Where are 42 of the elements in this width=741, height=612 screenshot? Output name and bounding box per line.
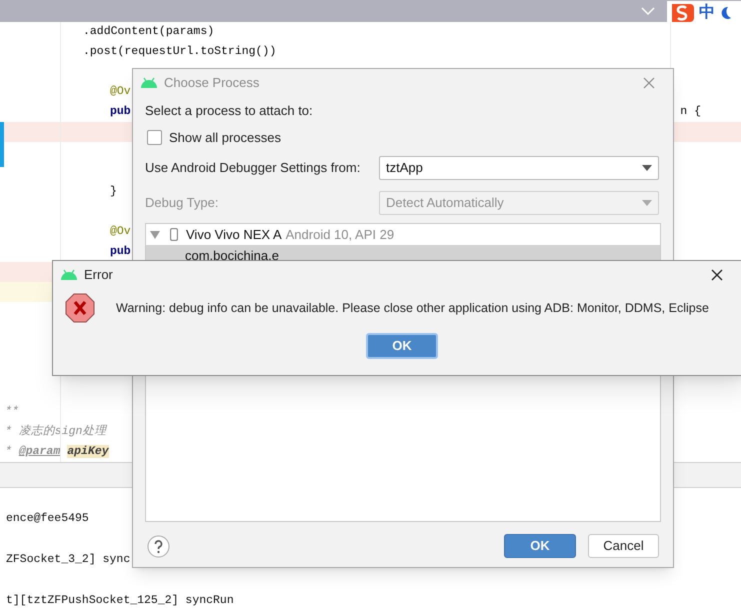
console-line: t][tztZFPushSocket_125_2] syncRun	[6, 593, 235, 609]
ime-mode[interactable]: 中	[699, 1, 715, 25]
android-icon	[60, 269, 78, 281]
change-marker	[0, 122, 4, 167]
close-icon[interactable]	[711, 269, 723, 281]
code-line: pub	[110, 104, 131, 120]
dropdown-arrow-icon	[642, 165, 652, 171]
prompt-text: Select a process to attach to:	[145, 102, 314, 120]
code-line: @Ov	[110, 84, 131, 100]
doc-comment-line: * @param apiKey	[5, 444, 109, 460]
show-all-checkbox[interactable]	[147, 130, 162, 145]
doc-comment-line: * 凌志的sign处理	[5, 424, 106, 440]
error-message: Warning: debug info can be unavailable. Please close other application using ADB: Monitor, DDMS, Eclipse	[116, 300, 709, 317]
field-label: Debug Type:	[145, 194, 220, 212]
phone-icon	[170, 228, 178, 241]
checkbox-label: Show all processes	[169, 128, 281, 147]
ok-button[interactable]: OK	[504, 534, 576, 558]
code-line: n {	[680, 104, 701, 120]
dialog-title: Error	[84, 266, 113, 284]
device-detail: Android 10, API 29	[286, 226, 394, 244]
expand-arrow-icon[interactable]	[150, 230, 160, 238]
code-line: .addContent(params)	[83, 24, 214, 40]
settings-dropdown[interactable]: tztApp	[379, 156, 659, 180]
device-label[interactable]: Vivo Vivo NEX A	[186, 224, 282, 244]
android-icon	[140, 77, 158, 89]
dropdown-arrow-icon	[642, 200, 652, 206]
help-icon[interactable]	[147, 534, 170, 558]
ok-button[interactable]: OK	[366, 333, 438, 359]
chevron-down-icon[interactable]	[641, 7, 655, 15]
error-icon	[65, 293, 95, 323]
code-line: }	[110, 184, 117, 200]
moon-icon[interactable]	[719, 6, 731, 20]
dialog-title: Choose Process	[164, 74, 260, 92]
ime-logo-icon[interactable]	[669, 2, 695, 24]
code-line: @Ov	[110, 224, 131, 240]
doc-comment-line: **	[5, 404, 19, 420]
console-line: ZFSocket_3_2] sync	[6, 552, 132, 568]
code-line: pub	[110, 244, 131, 260]
cancel-button[interactable]: Cancel	[588, 534, 659, 558]
console-line: ence@fee5495	[6, 511, 90, 527]
field-label: Use Android Debugger Settings from:	[145, 159, 362, 178]
code-line: .post(requestUrl.toString())	[83, 44, 276, 60]
